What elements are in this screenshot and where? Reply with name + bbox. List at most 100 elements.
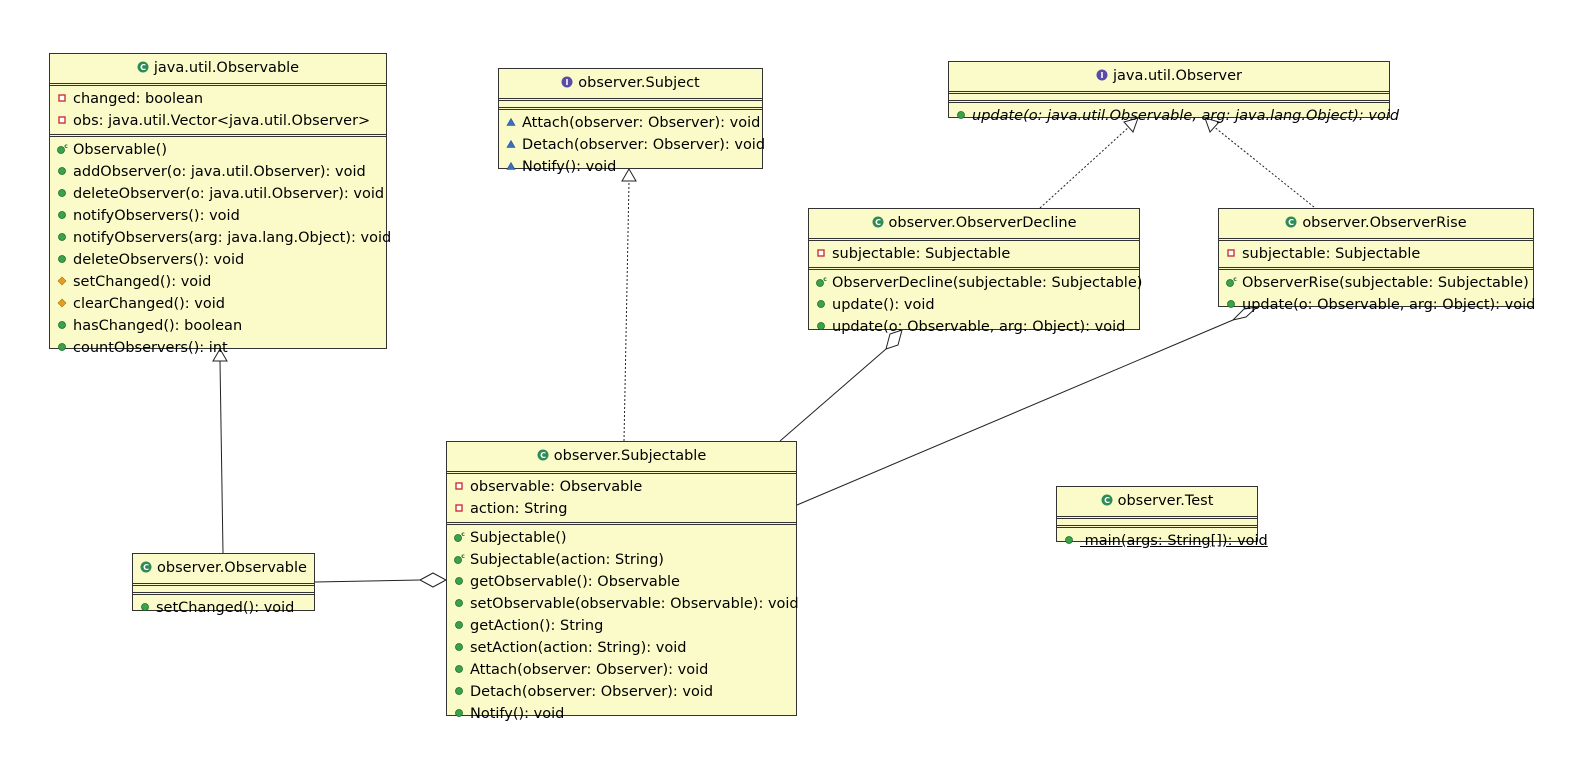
private-member-icon (453, 502, 465, 514)
method-row[interactable]: update(): void (815, 294, 1139, 316)
interface-observer-subject[interactable]: Iobserver.Subject Attach(observer: Observ… (498, 68, 765, 175)
attribute-row[interactable]: action: String (453, 498, 796, 520)
method-row[interactable]: Detach(observer: Observer): void (453, 681, 796, 703)
method-row-text: countObservers(): int (73, 340, 228, 356)
method-row-text: Detach(observer: Observer): void (522, 137, 766, 153)
attributes-section (1057, 519, 1257, 528)
svg-text:C: C (1104, 496, 1110, 505)
package-member-icon (505, 116, 517, 128)
svg-text:I: I (1100, 71, 1103, 80)
private-member-icon (453, 480, 465, 492)
class-observer-observable[interactable]: Cobserver.Observable setChanged(): void (132, 553, 315, 616)
svg-text:C: C (875, 218, 881, 227)
constructor-icon: c (815, 276, 827, 288)
method-row[interactable]: Notify(): void (453, 703, 796, 725)
method-row-text: notifyObservers(): void (73, 208, 240, 224)
package-member-icon (505, 138, 517, 150)
class-header: Cobserver.ObserverRise (1219, 209, 1533, 241)
class-observer-test[interactable]: Cobserver.Test main(args: String[]): voi… (1056, 486, 1268, 549)
method-row[interactable]: Attach(observer: Observer): void (453, 659, 796, 681)
method-row[interactable]: update(o: java.util.Observable, arg: jav… (955, 105, 1399, 127)
aggregation-line-decline (779, 348, 887, 442)
public-member-icon (453, 575, 465, 587)
class-observer-subjectable[interactable]: Cobserver.Subjectable observable: Observa… (446, 441, 799, 722)
method-row[interactable]: setObservable(observable: Observable): v… (453, 593, 799, 615)
method-row[interactable]: main(args: String[]): void (1063, 530, 1268, 552)
method-row[interactable]: notifyObservers(): void (56, 205, 386, 227)
public-member-icon (453, 663, 465, 675)
method-row[interactable]: update(o: Observable, arg: Object): void (1225, 294, 1536, 316)
methods-section: setChanged(): void (133, 595, 314, 621)
attribute-row[interactable]: subjectable: Subjectable (1225, 243, 1533, 265)
method-row-text: Subjectable() (470, 530, 567, 546)
method-row[interactable]: setAction(action: String): void (453, 637, 796, 659)
attribute-row[interactable]: obs: java.util.Vector<java.util.Observer… (56, 110, 386, 132)
public-member-icon (139, 601, 151, 613)
generalization-line (219, 360, 224, 554)
method-row[interactable]: Attach(observer: Observer): void (505, 112, 762, 134)
svg-text:c: c (1233, 276, 1237, 283)
method-row[interactable]: addObserver(o: java.util.Observer): void (56, 161, 386, 183)
method-row[interactable]: deleteObservers(): void (56, 249, 386, 271)
svg-text:C: C (1288, 218, 1294, 227)
method-row-text: update(o: Observable, arg: Object): void (1242, 297, 1536, 313)
class-observer-observerrise[interactable]: Cobserver.ObserverRise subjectable: Subje… (1218, 208, 1535, 313)
method-row[interactable]: getObservable(): Observable (453, 571, 796, 593)
attribute-row[interactable]: observable: Observable (453, 476, 796, 498)
method-row[interactable]: countObservers(): int (56, 337, 386, 359)
public-member-icon (955, 109, 967, 121)
class-title: java.util.Observer (1112, 68, 1243, 84)
method-row-text: clearChanged(): void (73, 296, 225, 312)
aggregation-line-rise (796, 319, 1234, 506)
realization-line-decline (1039, 125, 1131, 209)
method-row[interactable]: c ObserverRise(subjectable: Subjectable) (1225, 272, 1533, 294)
methods-section: c ObserverDecline(subjectable: Subjectabl… (809, 270, 1142, 340)
svg-text:I: I (566, 78, 569, 87)
method-row-text: hasChanged(): boolean (73, 318, 243, 334)
realization-line-subject (623, 180, 630, 442)
class-java-util-observable[interactable]: Cjava.util.Observable changed: boolean obs… (49, 53, 391, 356)
method-row-text: update(o: Observable, arg: Object): void (832, 319, 1126, 335)
method-row[interactable]: c Subjectable() (453, 527, 796, 549)
method-row[interactable]: clearChanged(): void (56, 293, 386, 315)
attribute-row[interactable]: changed: boolean (56, 88, 386, 110)
constructor-icon: c (453, 531, 465, 543)
methods-section: update(o: java.util.Observable, arg: jav… (949, 103, 1399, 129)
method-row[interactable]: c Subjectable(action: String) (453, 549, 796, 571)
methods-section: Attach(observer: Observer): void Detach(o… (499, 110, 766, 180)
attributes-section: subjectable: Subjectable (809, 241, 1139, 270)
aggregation-diamond-observable (418, 572, 448, 588)
method-row[interactable]: setChanged(): void (139, 597, 314, 619)
public-member-icon (1063, 534, 1075, 546)
attributes-section (949, 94, 1389, 103)
attributes-section: observable: Observable action: String (447, 474, 796, 525)
class-header: Cobserver.ObserverDecline (809, 209, 1139, 241)
method-row[interactable]: update(o: Observable, arg: Object): void (815, 316, 1139, 338)
method-row-text: deleteObserver(o: java.util.Observer): v… (73, 186, 385, 202)
attributes-section: changed: boolean obs: java.util.Vector<ja… (50, 86, 386, 137)
method-row[interactable]: Notify(): void (505, 156, 762, 178)
method-row[interactable]: Detach(observer: Observer): void (505, 134, 766, 156)
attributes-section (133, 586, 314, 595)
method-row[interactable]: setChanged(): void (56, 271, 386, 293)
public-member-icon (56, 253, 68, 265)
class-title: java.util.Observable (153, 60, 300, 76)
private-member-icon (56, 92, 68, 104)
class-icon: C (872, 216, 884, 228)
protected-member-icon (56, 275, 68, 287)
public-member-icon (453, 685, 465, 697)
method-row[interactable]: notifyObservers(arg: java.lang.Object): … (56, 227, 391, 249)
interface-java-util-observer[interactable]: Ijava.util.Observer update(o: java.util.O… (948, 61, 1399, 124)
method-row[interactable]: c ObserverDecline(subjectable: Subjectabl… (815, 272, 1142, 294)
method-row[interactable]: getAction(): String (453, 615, 796, 637)
private-member-icon (815, 247, 827, 259)
attribute-row[interactable]: subjectable: Subjectable (815, 243, 1139, 265)
attribute-row-text: subjectable: Subjectable (1242, 246, 1421, 262)
class-header: Cobserver.Subjectable (447, 442, 796, 474)
method-row-text: getObservable(): Observable (470, 574, 680, 590)
class-observer-observerdecline[interactable]: Cobserver.ObserverDecline subjectable: Su… (808, 208, 1142, 335)
method-row[interactable]: hasChanged(): boolean (56, 315, 386, 337)
method-row[interactable]: c Observable() (56, 139, 386, 161)
method-row[interactable]: deleteObserver(o: java.util.Observer): v… (56, 183, 386, 205)
class-icon: C (537, 449, 549, 461)
